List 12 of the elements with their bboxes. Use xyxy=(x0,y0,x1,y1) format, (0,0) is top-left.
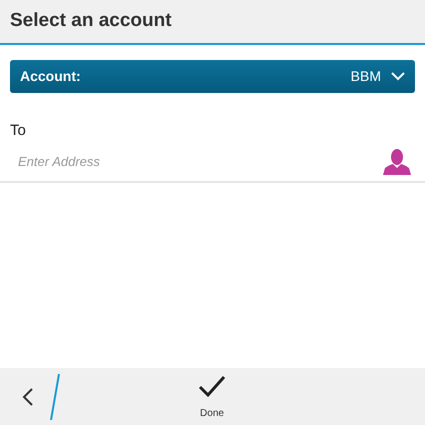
window-title: Select an account xyxy=(10,9,172,34)
back-icon[interactable] xyxy=(22,386,34,406)
divider-slash-icon xyxy=(50,372,60,420)
account-value: BBM xyxy=(350,67,381,86)
to-label: To xyxy=(10,122,26,139)
address-field[interactable]: Enter Address xyxy=(18,152,318,172)
checkmark-icon xyxy=(198,374,226,398)
contact-icon[interactable] xyxy=(383,149,411,175)
chevron-down-icon xyxy=(391,72,405,81)
account-dropdown[interactable]: Account: BBM xyxy=(10,60,415,93)
done-button[interactable]: Done xyxy=(192,374,232,421)
account-label: Account: xyxy=(20,67,81,86)
